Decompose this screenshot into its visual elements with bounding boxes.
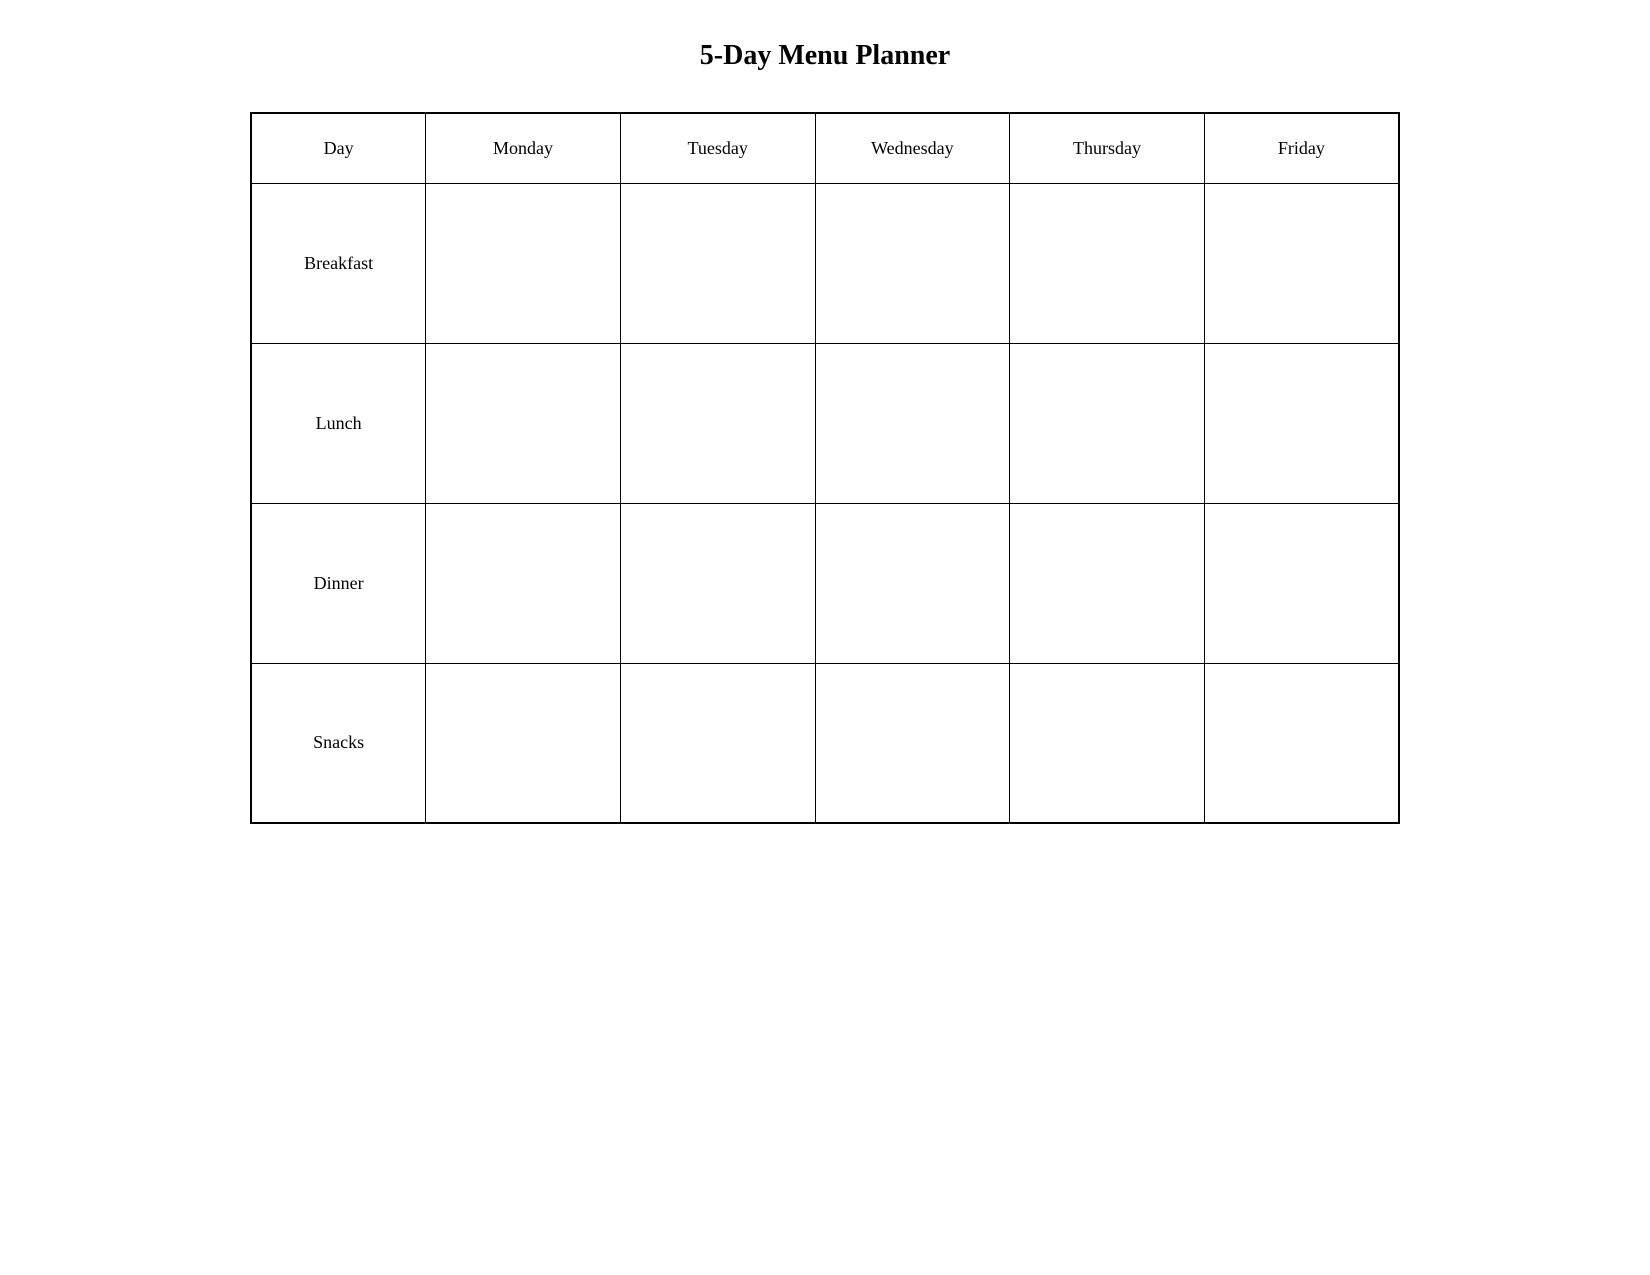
col-header-friday: Friday — [1204, 113, 1399, 183]
cell-wednesday-snacks[interactable] — [815, 663, 1010, 823]
col-header-monday: Monday — [426, 113, 621, 183]
meal-label-breakfast: Breakfast — [251, 183, 426, 343]
meal-label-lunch: Lunch — [251, 343, 426, 503]
meal-label-snacks: Snacks — [251, 663, 426, 823]
cell-monday-breakfast[interactable] — [426, 183, 621, 343]
cell-thursday-snacks[interactable] — [1010, 663, 1205, 823]
cell-monday-snacks[interactable] — [426, 663, 621, 823]
row-snacks: Snacks — [251, 663, 1399, 823]
cell-tuesday-breakfast[interactable] — [620, 183, 815, 343]
page-title: 5-Day Menu Planner — [700, 40, 950, 72]
cell-friday-dinner[interactable] — [1204, 503, 1399, 663]
row-lunch: Lunch — [251, 343, 1399, 503]
cell-monday-dinner[interactable] — [426, 503, 621, 663]
cell-thursday-lunch[interactable] — [1010, 343, 1205, 503]
cell-thursday-dinner[interactable] — [1010, 503, 1205, 663]
col-header-tuesday: Tuesday — [620, 113, 815, 183]
col-header-day: Day — [251, 113, 426, 183]
cell-wednesday-lunch[interactable] — [815, 343, 1010, 503]
row-breakfast: Breakfast — [251, 183, 1399, 343]
cell-wednesday-breakfast[interactable] — [815, 183, 1010, 343]
row-dinner: Dinner — [251, 503, 1399, 663]
cell-friday-breakfast[interactable] — [1204, 183, 1399, 343]
cell-tuesday-lunch[interactable] — [620, 343, 815, 503]
cell-tuesday-snacks[interactable] — [620, 663, 815, 823]
cell-thursday-breakfast[interactable] — [1010, 183, 1205, 343]
col-header-thursday: Thursday — [1010, 113, 1205, 183]
cell-friday-lunch[interactable] — [1204, 343, 1399, 503]
cell-wednesday-dinner[interactable] — [815, 503, 1010, 663]
cell-monday-lunch[interactable] — [426, 343, 621, 503]
cell-tuesday-dinner[interactable] — [620, 503, 815, 663]
col-header-wednesday: Wednesday — [815, 113, 1010, 183]
cell-friday-snacks[interactable] — [1204, 663, 1399, 823]
header-row: Day Monday Tuesday Wednesday Thursday Fr… — [251, 113, 1399, 183]
meal-label-dinner: Dinner — [251, 503, 426, 663]
menu-planner-table: Day Monday Tuesday Wednesday Thursday Fr… — [250, 112, 1400, 824]
